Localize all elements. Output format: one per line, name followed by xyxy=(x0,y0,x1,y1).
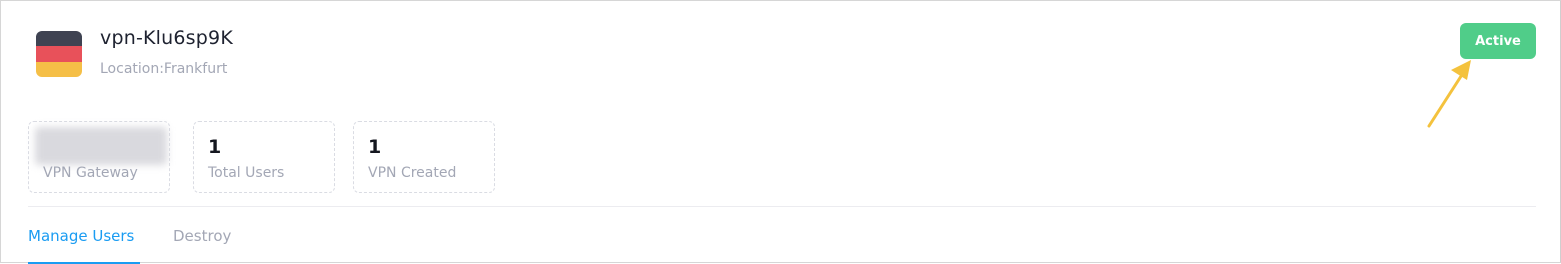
stat-label: Total Users xyxy=(208,165,285,181)
stat-total-users: 1 Total Users xyxy=(193,121,335,193)
vpn-name: vpn-Klu6sp9K xyxy=(100,27,233,49)
annotation-arrow-icon xyxy=(1427,60,1471,128)
tab-destroy[interactable]: Destroy xyxy=(173,227,231,245)
section-divider xyxy=(28,206,1536,207)
stat-label: VPN Gateway xyxy=(43,165,138,181)
stat-vpn-created: 1 VPN Created xyxy=(353,121,495,193)
germany-flag-icon xyxy=(36,31,82,77)
flag-stripe-bottom xyxy=(36,61,82,77)
flag-stripe-top xyxy=(36,31,82,47)
tab-manage-users[interactable]: Manage Users xyxy=(28,227,134,245)
stat-label: VPN Created xyxy=(368,165,457,181)
stat-value: 1 xyxy=(368,136,382,158)
stat-value: 1 xyxy=(208,136,222,158)
vpn-card: vpn-Klu6sp9K Location:Frankfurt Active V… xyxy=(0,0,1561,264)
status-badge[interactable]: Active xyxy=(1460,23,1536,59)
vpn-location: Location:Frankfurt xyxy=(100,61,228,77)
stat-vpn-gateway: VPN Gateway xyxy=(28,121,170,193)
flag-stripe-middle xyxy=(36,46,82,62)
redacted-gateway-value xyxy=(35,127,167,165)
